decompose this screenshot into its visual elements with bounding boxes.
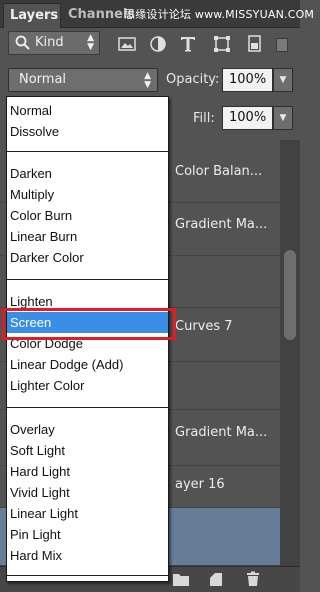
new-group-folder-icon[interactable] <box>172 571 190 587</box>
menu-item-lighter-color[interactable]: Lighter Color <box>7 375 168 396</box>
menu-item-vivid-light[interactable]: Vivid Light <box>7 482 168 503</box>
menu-item-linear-light[interactable]: Linear Light <box>7 503 168 524</box>
layer-name: Gradient Ma... <box>175 425 268 440</box>
filter-kind-label: Kind <box>35 35 64 50</box>
menu-item-multiply[interactable]: Multiply <box>7 184 168 205</box>
menu-item-dissolve[interactable]: Dissolve <box>7 121 168 142</box>
menu-item-darker-color[interactable]: Darker Color <box>7 247 168 268</box>
opacity-input[interactable]: 100% <box>222 68 273 92</box>
fill-label: Fill: <box>193 111 215 126</box>
search-icon <box>15 35 31 55</box>
chevron-updown-icon: ▲ ▼ <box>144 71 151 90</box>
layer-name: Color Balan... <box>175 164 263 179</box>
adjustment-filter-icon[interactable] <box>148 34 168 54</box>
menu-item-darken[interactable]: Darken <box>7 163 168 184</box>
trash-icon[interactable] <box>244 571 262 587</box>
layer-name: Curves 7 <box>175 319 233 334</box>
pixel-filter-icon[interactable] <box>117 34 137 54</box>
opacity-dropdown-button[interactable]: ▼ <box>273 68 293 92</box>
layer-list-scrollbar[interactable] <box>280 140 300 566</box>
menu-separator <box>7 151 168 152</box>
menu-separator <box>7 407 168 408</box>
scrollbar-thumb[interactable] <box>284 250 296 340</box>
filter-kind-select[interactable]: Kind ▲ ▼ <box>8 31 100 55</box>
new-layer-icon[interactable] <box>207 571 225 587</box>
chevron-updown-icon: ▲ ▼ <box>87 33 94 52</box>
type-filter-icon[interactable] <box>178 34 198 54</box>
chevron-down-icon: ▼ <box>279 113 287 123</box>
menu-item-soft-light[interactable]: Soft Light <box>7 440 168 461</box>
panel-tab-bar: Layers Channels 思缘设计论坛 www.MISSYUAN.COM <box>0 0 314 28</box>
opacity-label: Opacity: <box>166 72 220 87</box>
menu-item-hard-light[interactable]: Hard Light <box>7 461 168 482</box>
menu-item-linear-dodge[interactable]: Linear Dodge (Add) <box>7 354 168 375</box>
watermark-text: 思缘设计论坛 www.MISSYUAN.COM <box>124 8 315 21</box>
layer-name: ayer 16 <box>175 477 225 492</box>
layer-filter-row: Kind ▲ ▼ <box>0 28 300 60</box>
chevron-down-icon: ▼ <box>279 75 287 85</box>
shape-filter-icon[interactable] <box>212 34 232 54</box>
blend-mode-select[interactable]: Normal ▲ ▼ <box>8 68 158 92</box>
filter-toggle[interactable] <box>276 38 288 52</box>
fill-input[interactable]: 100% <box>222 106 273 130</box>
menu-separator <box>7 575 168 576</box>
smart-object-filter-icon[interactable] <box>244 34 264 54</box>
menu-separator <box>7 279 168 280</box>
fill-dropdown-button[interactable]: ▼ <box>273 106 293 130</box>
annotation-highlight-box <box>2 308 176 340</box>
menu-item-overlay[interactable]: Overlay <box>7 419 168 440</box>
tab-layers[interactable]: Layers <box>3 3 61 28</box>
menu-item-color-burn[interactable]: Color Burn <box>7 205 168 226</box>
menu-item-hard-mix[interactable]: Hard Mix <box>7 545 168 566</box>
menu-item-pin-light[interactable]: Pin Light <box>7 524 168 545</box>
menu-item-linear-burn[interactable]: Linear Burn <box>7 226 168 247</box>
blend-mode-value: Normal <box>19 72 67 87</box>
layer-name: Gradient Ma... <box>175 217 268 232</box>
menu-item-normal[interactable]: Normal <box>7 100 168 121</box>
